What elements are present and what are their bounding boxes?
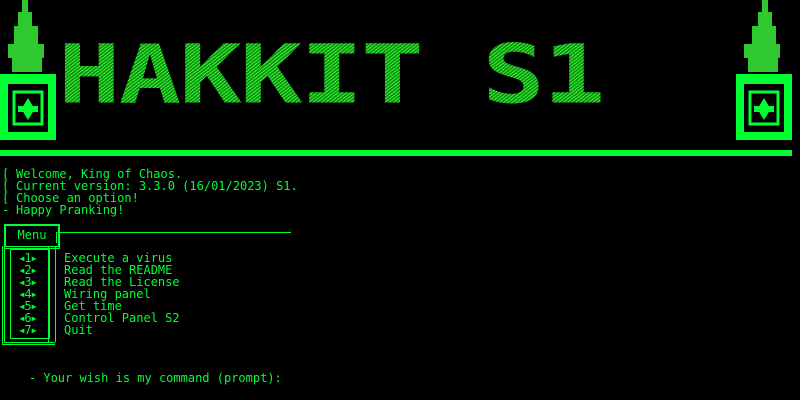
menu-item-wiring-panel[interactable]: ◀4▶ Wiring panel: [0, 288, 300, 300]
lantern-icon: [0, 0, 60, 142]
menu-item-label[interactable]: Quit: [64, 324, 93, 336]
menu-key[interactable]: ◀7▶: [16, 324, 40, 336]
menu-item-control-panel[interactable]: ◀6▶ Control Panel S2: [0, 312, 300, 324]
terminal-window: HAKKIT S1 [Welcome, King of Chaos. [Cu…: [0, 0, 800, 400]
menu-item-quit[interactable]: ◀7▶ Quit: [0, 324, 300, 336]
banner: HAKKIT S1: [0, 0, 800, 156]
prompt-label: - Your wish is my command (prompt):: [28, 371, 282, 385]
menu-divider: [56, 232, 291, 243]
info-line-happy: - Happy Pranking!: [0, 204, 400, 216]
banner-underline: [0, 150, 792, 156]
command-prompt[interactable]: - Your wish is my command (prompt):: [0, 360, 282, 400]
info-block: [ Welcome, King of Chaos. [ Current vers…: [0, 168, 400, 216]
lantern-icon: [734, 0, 794, 142]
bracket-decoration: -: [2, 203, 10, 217]
banner-title: HAKKIT S1: [58, 26, 738, 123]
info-line-text: Happy Pranking!: [16, 203, 125, 217]
